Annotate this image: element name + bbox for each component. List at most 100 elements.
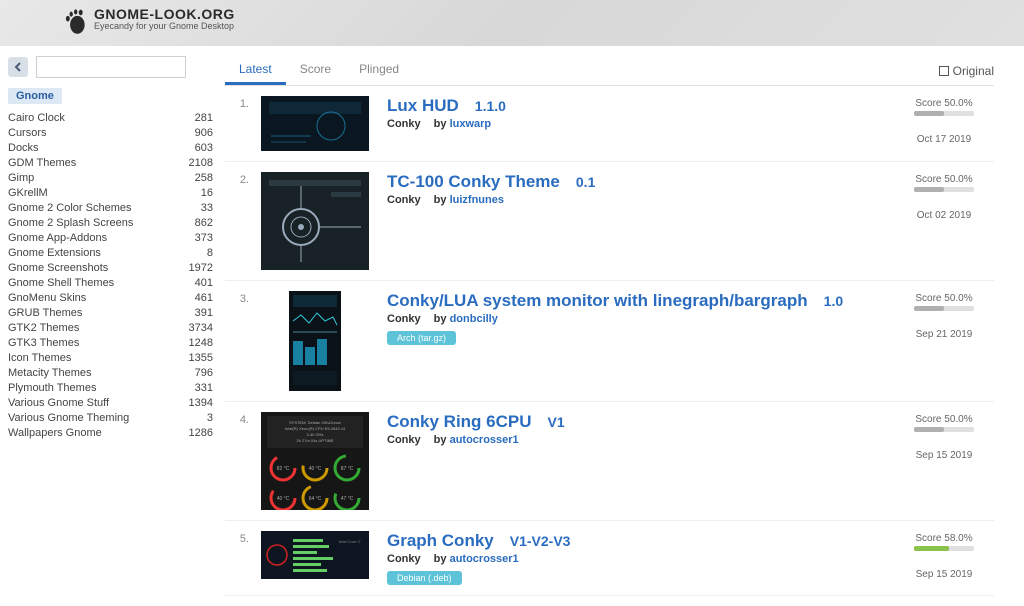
item-thumbnail[interactable] bbox=[261, 172, 369, 270]
category-count: 1972 bbox=[189, 262, 213, 274]
category-item[interactable]: Gimp258 bbox=[8, 170, 215, 185]
category-count: 3734 bbox=[189, 322, 213, 334]
category-name: Gnome Extensions bbox=[8, 247, 101, 259]
item-number: 3. bbox=[225, 291, 255, 391]
category-name: GnoMenu Skins bbox=[8, 292, 86, 304]
score-label: Score 50.0% bbox=[894, 98, 994, 109]
category-item[interactable]: Plymouth Themes331 bbox=[8, 380, 215, 395]
category-item[interactable]: Gnome App-Addons 373 bbox=[8, 230, 215, 245]
category-name: Wallpapers Gnome bbox=[8, 427, 102, 439]
svg-text:64 °C: 64 °C bbox=[309, 496, 322, 502]
score-label: Score 50.0% bbox=[894, 174, 994, 185]
content-area: Latest Score Plinged Original 1.Lux HUD1… bbox=[215, 46, 1024, 606]
category-name: GKrellM bbox=[8, 187, 48, 199]
category-item[interactable]: Various Gnome Stuff1394 bbox=[8, 395, 215, 410]
download-badge[interactable]: Arch (tar.gz) bbox=[387, 331, 456, 345]
item-author[interactable]: autocrosser1 bbox=[450, 434, 519, 446]
item-title[interactable]: Conky/LUA system monitor with linegraph/… bbox=[387, 291, 808, 311]
item-category[interactable]: Conky bbox=[387, 434, 421, 446]
item-stats: Score 50.0%Sep 21 2019 bbox=[894, 291, 994, 391]
category-item[interactable]: Docks603 bbox=[8, 140, 215, 155]
category-name: GRUB Themes bbox=[8, 307, 82, 319]
item-category[interactable]: Conky bbox=[387, 553, 421, 565]
item-category[interactable]: Conky bbox=[387, 313, 421, 325]
category-item[interactable]: GnoMenu Skins461 bbox=[8, 290, 215, 305]
back-button[interactable] bbox=[8, 57, 28, 77]
category-item[interactable]: Gnome Screenshots1972 bbox=[8, 260, 215, 275]
category-count: 1286 bbox=[189, 427, 213, 439]
logo[interactable]: GNOME-LOOK.ORG Eyecandy for your Gnome D… bbox=[60, 6, 235, 36]
category-name: Gnome 2 Color Schemes bbox=[8, 202, 132, 214]
category-name: Cursors bbox=[8, 127, 47, 139]
item-number: 2. bbox=[225, 172, 255, 270]
item-version: V1-V2-V3 bbox=[510, 533, 571, 549]
category-count: 1394 bbox=[189, 397, 213, 409]
svg-text:47 °C: 47 °C bbox=[341, 496, 354, 502]
item-author[interactable]: donbcilly bbox=[450, 313, 498, 325]
category-item[interactable]: Wallpapers Gnome 1286 bbox=[8, 425, 215, 440]
item-title[interactable]: Conky Ring 6CPU bbox=[387, 412, 532, 432]
tab-latest[interactable]: Latest bbox=[225, 56, 286, 85]
item-thumbnail[interactable] bbox=[261, 291, 369, 391]
category-item[interactable]: GTK2 Themes3734 bbox=[8, 320, 215, 335]
item-category[interactable]: Conky bbox=[387, 194, 421, 206]
svg-text:87 °C: 87 °C bbox=[341, 466, 354, 472]
svg-text:40 °C: 40 °C bbox=[309, 466, 322, 472]
category-item[interactable]: Gnome 2 Color Schemes33 bbox=[8, 200, 215, 215]
category-item[interactable]: GKrellM 16 bbox=[8, 185, 215, 200]
item-author[interactable]: autocrosser1 bbox=[450, 553, 519, 565]
sort-tabs: Latest Score Plinged bbox=[225, 56, 413, 85]
category-name: Docks bbox=[8, 142, 39, 154]
category-count: 796 bbox=[195, 367, 213, 379]
category-item[interactable]: Gnome Shell Themes401 bbox=[8, 275, 215, 290]
category-count: 1355 bbox=[189, 352, 213, 364]
item-thumbnail[interactable]: SYSTEM: Debian GNU/LinuxIntel(R) Xeon(R)… bbox=[261, 412, 369, 510]
item-category[interactable]: Conky bbox=[387, 118, 421, 130]
category-item[interactable]: GTK3 Themes1248 bbox=[8, 335, 215, 350]
item-thumbnail[interactable]: Intel Core i7 bbox=[261, 531, 369, 585]
item-info: Conky/LUA system monitor with linegraph/… bbox=[375, 291, 894, 391]
category-name: Gnome Shell Themes bbox=[8, 277, 114, 289]
download-badge[interactable]: Debian (.deb) bbox=[387, 571, 462, 585]
category-item[interactable]: Gnome 2 Splash Screens862 bbox=[8, 215, 215, 230]
category-count: 16 bbox=[201, 187, 213, 199]
category-item[interactable]: Various Gnome Theming3 bbox=[8, 410, 215, 425]
category-count: 331 bbox=[195, 382, 213, 394]
item-title[interactable]: Graph Conky bbox=[387, 531, 494, 551]
category-name: GDM Themes bbox=[8, 157, 76, 169]
by-label: by bbox=[431, 313, 450, 325]
item-title[interactable]: TC-100 Conky Theme bbox=[387, 172, 560, 192]
category-item[interactable]: Icon Themes1355 bbox=[8, 350, 215, 365]
svg-text:3.40 GHz: 3.40 GHz bbox=[307, 432, 324, 437]
category-item[interactable]: Cursors906 bbox=[8, 125, 215, 140]
category-item[interactable]: Cairo Clock281 bbox=[8, 110, 215, 125]
item-title[interactable]: Lux HUD bbox=[387, 96, 459, 116]
original-link[interactable]: Original bbox=[939, 64, 994, 78]
tab-score[interactable]: Score bbox=[286, 56, 345, 85]
item-date: Sep 15 2019 bbox=[894, 450, 994, 461]
category-count: 373 bbox=[195, 232, 213, 244]
by-label: by bbox=[431, 118, 450, 130]
category-item[interactable]: Gnome Extensions8 bbox=[8, 245, 215, 260]
category-name: Gnome App-Addons bbox=[8, 232, 107, 244]
category-item[interactable]: GRUB Themes391 bbox=[8, 305, 215, 320]
active-category[interactable]: Gnome bbox=[8, 88, 62, 104]
category-item[interactable]: Metacity Themes796 bbox=[8, 365, 215, 380]
category-count: 1248 bbox=[189, 337, 213, 349]
category-item[interactable]: GDM Themes2108 bbox=[8, 155, 215, 170]
item-date: Oct 02 2019 bbox=[894, 210, 994, 221]
search-input[interactable] bbox=[36, 56, 186, 78]
score-bar bbox=[914, 546, 974, 551]
item-author[interactable]: luizfnunes bbox=[450, 194, 504, 206]
item-date: Sep 21 2019 bbox=[894, 329, 994, 340]
svg-text:SYSTEM: Debian GNU/Linux: SYSTEM: Debian GNU/Linux bbox=[289, 420, 341, 425]
svg-text:40 °C: 40 °C bbox=[277, 496, 290, 502]
tab-plinged[interactable]: Plinged bbox=[345, 56, 413, 85]
item-info: Graph ConkyV1-V2-V3Conky by autocrosser1… bbox=[375, 531, 894, 585]
item-thumbnail[interactable] bbox=[261, 96, 369, 151]
logo-title: GNOME-LOOK.ORG bbox=[94, 6, 235, 22]
item-author[interactable]: luxwarp bbox=[450, 118, 492, 130]
score-bar bbox=[914, 306, 974, 311]
item-stats: Score 50.0%Oct 17 2019 bbox=[894, 96, 994, 151]
svg-text:2h 27m 04s UPTIME: 2h 27m 04s UPTIME bbox=[296, 438, 333, 443]
